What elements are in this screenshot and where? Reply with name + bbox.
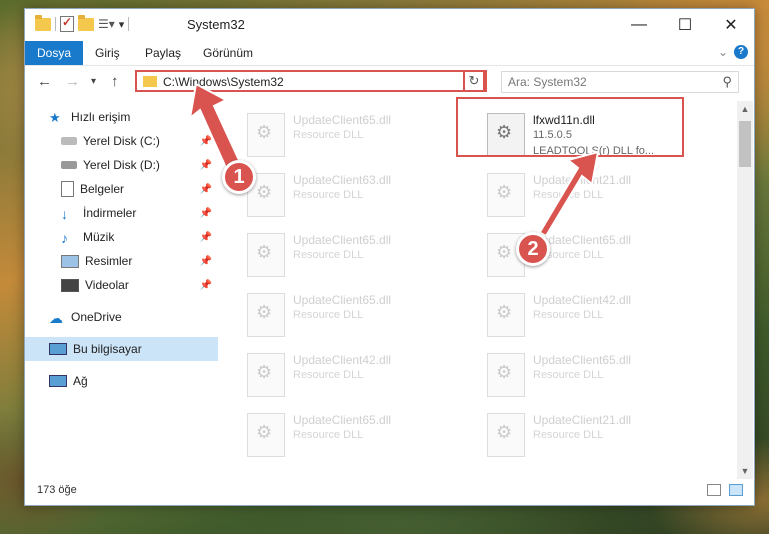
step-1-badge: 1 (222, 160, 256, 194)
arrow-2 (531, 150, 600, 238)
step-2-badge: 2 (516, 232, 550, 266)
tutorial-arrows (188, 82, 600, 238)
